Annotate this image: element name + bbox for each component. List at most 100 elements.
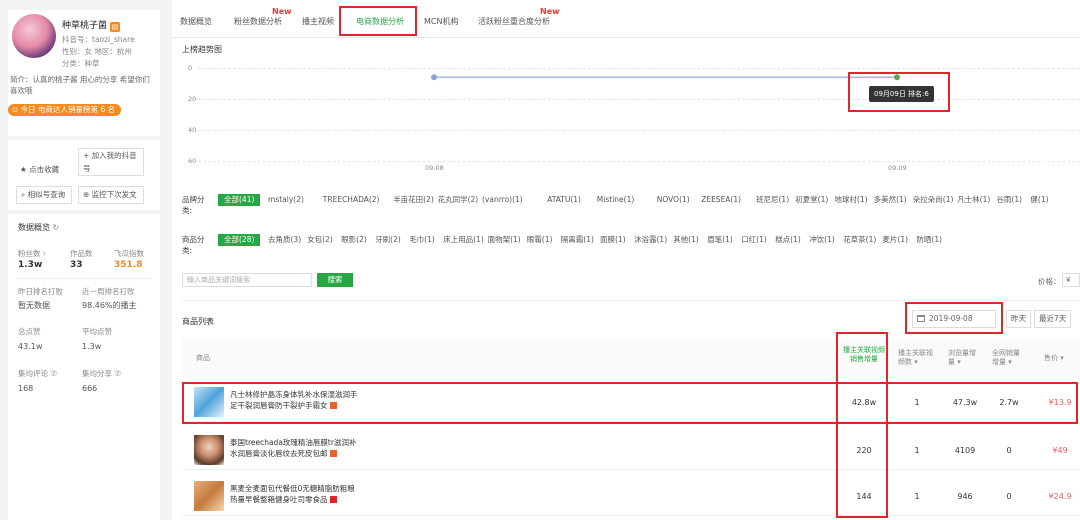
product-filter-option[interactable]: 面物架(1): [488, 234, 521, 246]
cell-videos: 1: [914, 492, 920, 501]
product-thumbnail[interactable]: [194, 481, 224, 511]
product-filter-option[interactable]: 花草茶(1): [843, 234, 876, 246]
yesterday-button[interactable]: 昨天: [1006, 310, 1031, 328]
brand-filter-option[interactable]: NOVO(1): [657, 194, 690, 206]
th-views[interactable]: 浏览量增量 ▾: [948, 349, 982, 367]
monitor-icon: ⊕: [83, 190, 92, 199]
product-filter-option[interactable]: 冲饮(1): [809, 234, 835, 246]
product-filter-option[interactable]: 毛巾(1): [409, 234, 435, 246]
shop-tag-icon: [329, 450, 337, 457]
rank-badge[interactable]: ⊙ 今日 电商达人销量榜第 6 名: [8, 104, 122, 116]
brand-filter-option[interactable]: TREECHADA(2): [323, 194, 380, 206]
yesterday-rank-label: 昨日排名打败: [18, 287, 63, 296]
shop-tag-icon: [329, 496, 337, 503]
product-filter-label: 商品分类:: [182, 235, 205, 255]
cell-price: ¥49: [1052, 446, 1068, 455]
brand-all[interactable]: 全部(41): [218, 194, 261, 206]
price-input[interactable]: ¥: [1062, 273, 1080, 287]
table-row[interactable]: 泰国treechada玫瑰精油唇膜tr滋润补水润唇膏淡化唇纹去死皮包邮 220 …: [182, 430, 1080, 470]
brand-filter-option[interactable]: ATATU(1): [547, 194, 581, 206]
cell-views: 946: [957, 492, 973, 501]
similar-search-button[interactable]: ⌕ 相似号查询: [16, 186, 72, 204]
product-thumbnail[interactable]: [194, 435, 224, 465]
shop-badge-icon: ▤: [110, 22, 121, 32]
likes-value: 43.1w: [18, 342, 43, 351]
week-rank-label: 近一周排名打败: [82, 287, 135, 296]
brand-filter-option[interactable]: 凡士林(1): [957, 194, 990, 206]
tab-mcn[interactable]: MCN机构: [424, 16, 458, 27]
product-filter-option[interactable]: 眉笔(1): [707, 234, 733, 246]
add-douyin-button[interactable]: + 加入我的抖音号: [78, 148, 144, 176]
left-panel: 种草桃子菌 ▤ 抖音号：taozi_share 性别：女 地区：杭州 分类：种草 …: [0, 0, 172, 520]
product-filter-option[interactable]: 床上用品(1): [443, 234, 484, 246]
works-label: 作品数: [70, 249, 93, 258]
tab-active-fans[interactable]: 活跃粉丝重合度分析: [478, 16, 550, 27]
th-price[interactable]: 售价 ▾: [1044, 354, 1064, 363]
profile-card: 种草桃子菌 ▤ 抖音号：taozi_share 性别：女 地区：杭州 分类：种草 …: [8, 10, 160, 136]
brand-filter-option[interactable]: mstaly(2): [268, 194, 304, 206]
product-filter-option[interactable]: 眼影(2): [341, 234, 367, 246]
monitor-button[interactable]: ⊕ 监控下次发文: [78, 186, 144, 204]
brand-filter-option[interactable]: Mistine(1): [597, 194, 634, 206]
sort-icon: ▾: [914, 358, 918, 366]
product-filter-option[interactable]: 防晒(1): [916, 234, 942, 246]
brand-filter-option[interactable]: (vanrro)(1): [482, 194, 523, 206]
th-all-sales[interactable]: 全网销量增量 ▾: [992, 349, 1026, 367]
th-videos[interactable]: 播主关联视频数 ▾: [898, 349, 936, 367]
brand-filter-option[interactable]: ZEESEA(1): [701, 194, 741, 206]
gender-region: 性别：女 地区：杭州: [62, 47, 132, 56]
brand-filter-option[interactable]: 班尼尼(1): [756, 194, 789, 206]
last7-button[interactable]: 最近7天: [1034, 310, 1072, 328]
new-badge: New: [272, 7, 292, 16]
highlight-tooltip: [848, 72, 950, 112]
highlight-date: [905, 302, 1003, 334]
search-input[interactable]: 输入商品关键词搜索: [182, 273, 312, 287]
brand-filter-option[interactable]: 半亩花田(2): [393, 194, 434, 206]
brand-filter-option[interactable]: 多美然(1): [874, 194, 907, 206]
douyin-id: 抖音号：taozi_share: [62, 35, 135, 44]
avg-shares-label: 集均分享 ⑦: [82, 369, 122, 378]
tab-videos[interactable]: 播主视频: [302, 16, 334, 27]
brand-filter-option[interactable]: 地球村(1): [834, 194, 867, 206]
search-button[interactable]: 搜索: [317, 273, 353, 287]
overview-card: 数据概览 ↻ 粉丝数 › 1.3w 作品数 33 飞瓜指数 351.8 昨日排名…: [8, 214, 160, 520]
product-filter-option[interactable]: 糕点(1): [775, 234, 801, 246]
avatar: [12, 14, 56, 58]
product-filter-option[interactable]: 沐浴露(1): [634, 234, 667, 246]
brand-filter-option[interactable]: 初夏堂(1): [795, 194, 828, 206]
trend-point[interactable]: [431, 74, 437, 81]
product-filter-option[interactable]: 面膜(1): [600, 234, 626, 246]
brand-filter-option[interactable]: 花丸同学(2): [438, 194, 479, 206]
product-filter-option[interactable]: 眼霜(1): [527, 234, 553, 246]
product-filter-option[interactable]: 去角质(3): [268, 234, 301, 246]
cell-videos: 1: [914, 446, 920, 455]
product-filter-option[interactable]: 牙刷(2): [375, 234, 401, 246]
product-filter-option[interactable]: 女包(2): [307, 234, 333, 246]
tab-overview[interactable]: 数据概览: [180, 16, 212, 27]
avg-shares-value: 666: [82, 384, 98, 393]
product-filter-option[interactable]: 其他(1): [673, 234, 699, 246]
favorite-button[interactable]: ★ 点击收藏: [16, 162, 72, 180]
yesterday-rank-value: 暂无数据: [18, 301, 50, 310]
brand-filter-option[interactable]: 健(1): [1030, 194, 1048, 206]
th-product: 商品: [196, 354, 210, 362]
product-name[interactable]: 黑麦全麦面包代餐低0无糖精脂肪粗粮热量早餐整箱健身吐司零食品: [230, 483, 360, 505]
xtick-0909: 09.09: [888, 164, 907, 172]
index-value: 351.8: [114, 260, 143, 270]
product-filter-option[interactable]: 口红(1): [741, 234, 767, 246]
price-label: 价格：: [1038, 277, 1061, 286]
rank-icon: ⊙: [12, 105, 21, 114]
brand-filter-option[interactable]: 朵拉朵尚(1): [913, 194, 954, 206]
list-title: 商品列表: [182, 317, 214, 326]
fans-label[interactable]: 粉丝数 ›: [18, 248, 46, 259]
fans-value: 1.3w: [18, 260, 43, 270]
product-name[interactable]: 泰国treechada玫瑰精油唇膜tr滋润补水润唇膏淡化唇纹去死皮包邮: [230, 437, 360, 459]
brand-filter: 品牌分类: 全部(41) mstaly(2) TREECHADA(2) 半亩花田(2…: [182, 194, 1080, 222]
product-all[interactable]: 全部(28): [218, 234, 261, 246]
table-row[interactable]: 黑麦全麦面包代餐低0无糖精脂肪粗粮热量早餐整箱健身吐司零食品 144 1 946…: [182, 476, 1080, 516]
refresh-icon[interactable]: ↻: [53, 223, 60, 232]
product-filter-option[interactable]: 麦片(1): [882, 234, 908, 246]
tab-fans[interactable]: 粉丝数据分析: [234, 16, 282, 27]
brand-filter-option[interactable]: 谷雨(1): [996, 194, 1022, 206]
product-filter-option[interactable]: 隔离霜(1): [561, 234, 594, 246]
